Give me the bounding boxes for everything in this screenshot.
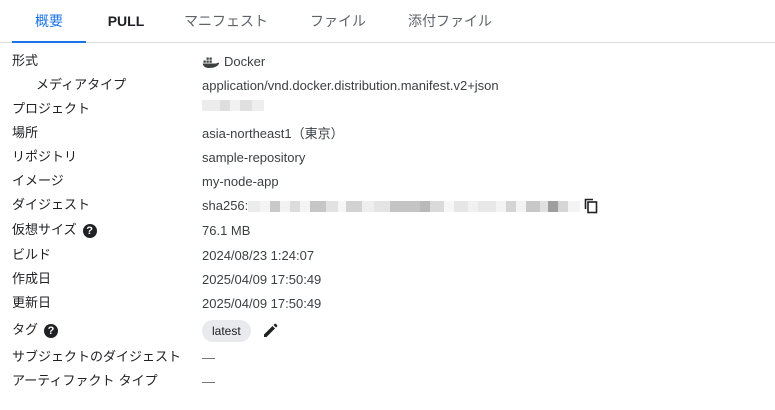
image-value: my-node-app (202, 174, 279, 189)
format-value: Docker (202, 52, 265, 72)
build-label: ビルド (12, 248, 52, 263)
virtual-size-label-text: 仮想サイズ (12, 223, 77, 238)
created-value: 2025/04/09 17:50:49 (202, 272, 322, 287)
help-icon[interactable]: ? (44, 324, 59, 338)
row-repository: リポジトリ sample-repository (0, 148, 775, 168)
artifact-type-label: アーティファクト タイプ (12, 374, 158, 389)
tags-label: タグ ? (12, 321, 59, 341)
pencil-icon (263, 323, 278, 337)
row-updated: 更新日 2025/04/09 17:50:49 (0, 294, 775, 314)
row-location: 場所 asia-northeast1（東京） (0, 124, 775, 144)
tag-chip-latest[interactable]: latest (202, 320, 251, 342)
image-label: イメージ (12, 174, 64, 189)
digest-prefix: sha256: (202, 198, 249, 213)
help-icon[interactable]: ? (82, 224, 97, 238)
tab-overview[interactable]: 概要 (12, 0, 86, 43)
tab-manifest[interactable]: マニフェスト (166, 0, 286, 42)
tags-value: latest (202, 320, 279, 342)
subject-digest-label: サブジェクトのダイジェスト (12, 350, 182, 365)
build-value: 2024/08/23 1:24:07 (202, 248, 315, 263)
subject-digest-value: — (202, 350, 215, 365)
updated-label: 更新日 (12, 296, 52, 311)
row-artifact-type: アーティファクト タイプ — (0, 372, 775, 392)
tab-bar: 概要 PULL マニフェスト ファイル 添付ファイル (0, 0, 775, 43)
tags-label-text: タグ (12, 323, 39, 338)
project-label: プロジェクト (12, 102, 91, 117)
row-format: 形式 Docker (0, 52, 775, 72)
media-type-label: メディアタイプ (36, 78, 127, 93)
format-label: 形式 (12, 54, 39, 69)
digest-label: ダイジェスト (12, 198, 91, 213)
docker-icon (202, 57, 220, 68)
project-value-redacted (202, 100, 264, 111)
tab-files[interactable]: ファイル (286, 0, 390, 42)
media-type-value: application/vnd.docker.distribution.mani… (202, 78, 499, 93)
repository-value: sample-repository (202, 150, 306, 165)
format-text: Docker (224, 54, 266, 69)
row-image: イメージ my-node-app (0, 172, 775, 192)
tab-pull[interactable]: PULL (86, 0, 166, 42)
repository-label: リポジトリ (12, 150, 78, 165)
row-virtual-size: 仮想サイズ ? 76.1 MB (0, 221, 775, 241)
row-build: ビルド 2024/08/23 1:24:07 (0, 246, 775, 266)
row-media-type: メディアタイプ application/vnd.docker.distribut… (0, 76, 775, 96)
copy-icon (584, 198, 598, 214)
row-tags: タグ ? latest (0, 320, 775, 342)
digest-value: sha256: (202, 196, 600, 216)
virtual-size-label: 仮想サイズ ? (12, 221, 97, 241)
location-value: asia-northeast1（東京） (202, 126, 344, 141)
row-created: 作成日 2025/04/09 17:50:49 (0, 270, 775, 290)
copy-digest-button[interactable] (582, 197, 600, 215)
updated-value: 2025/04/09 17:50:49 (202, 296, 322, 311)
tab-attachments[interactable]: 添付ファイル (390, 0, 510, 42)
row-subject-digest: サブジェクトのダイジェスト — (0, 348, 775, 368)
edit-tags-button[interactable] (261, 322, 279, 340)
location-label: 場所 (12, 126, 39, 141)
row-digest: ダイジェスト sha256: (0, 196, 775, 216)
created-label: 作成日 (12, 272, 52, 287)
artifact-type-value: — (202, 374, 215, 389)
virtual-size-value: 76.1 MB (202, 223, 251, 238)
row-project: プロジェクト (0, 100, 775, 120)
digest-hash-redacted (248, 200, 581, 212)
